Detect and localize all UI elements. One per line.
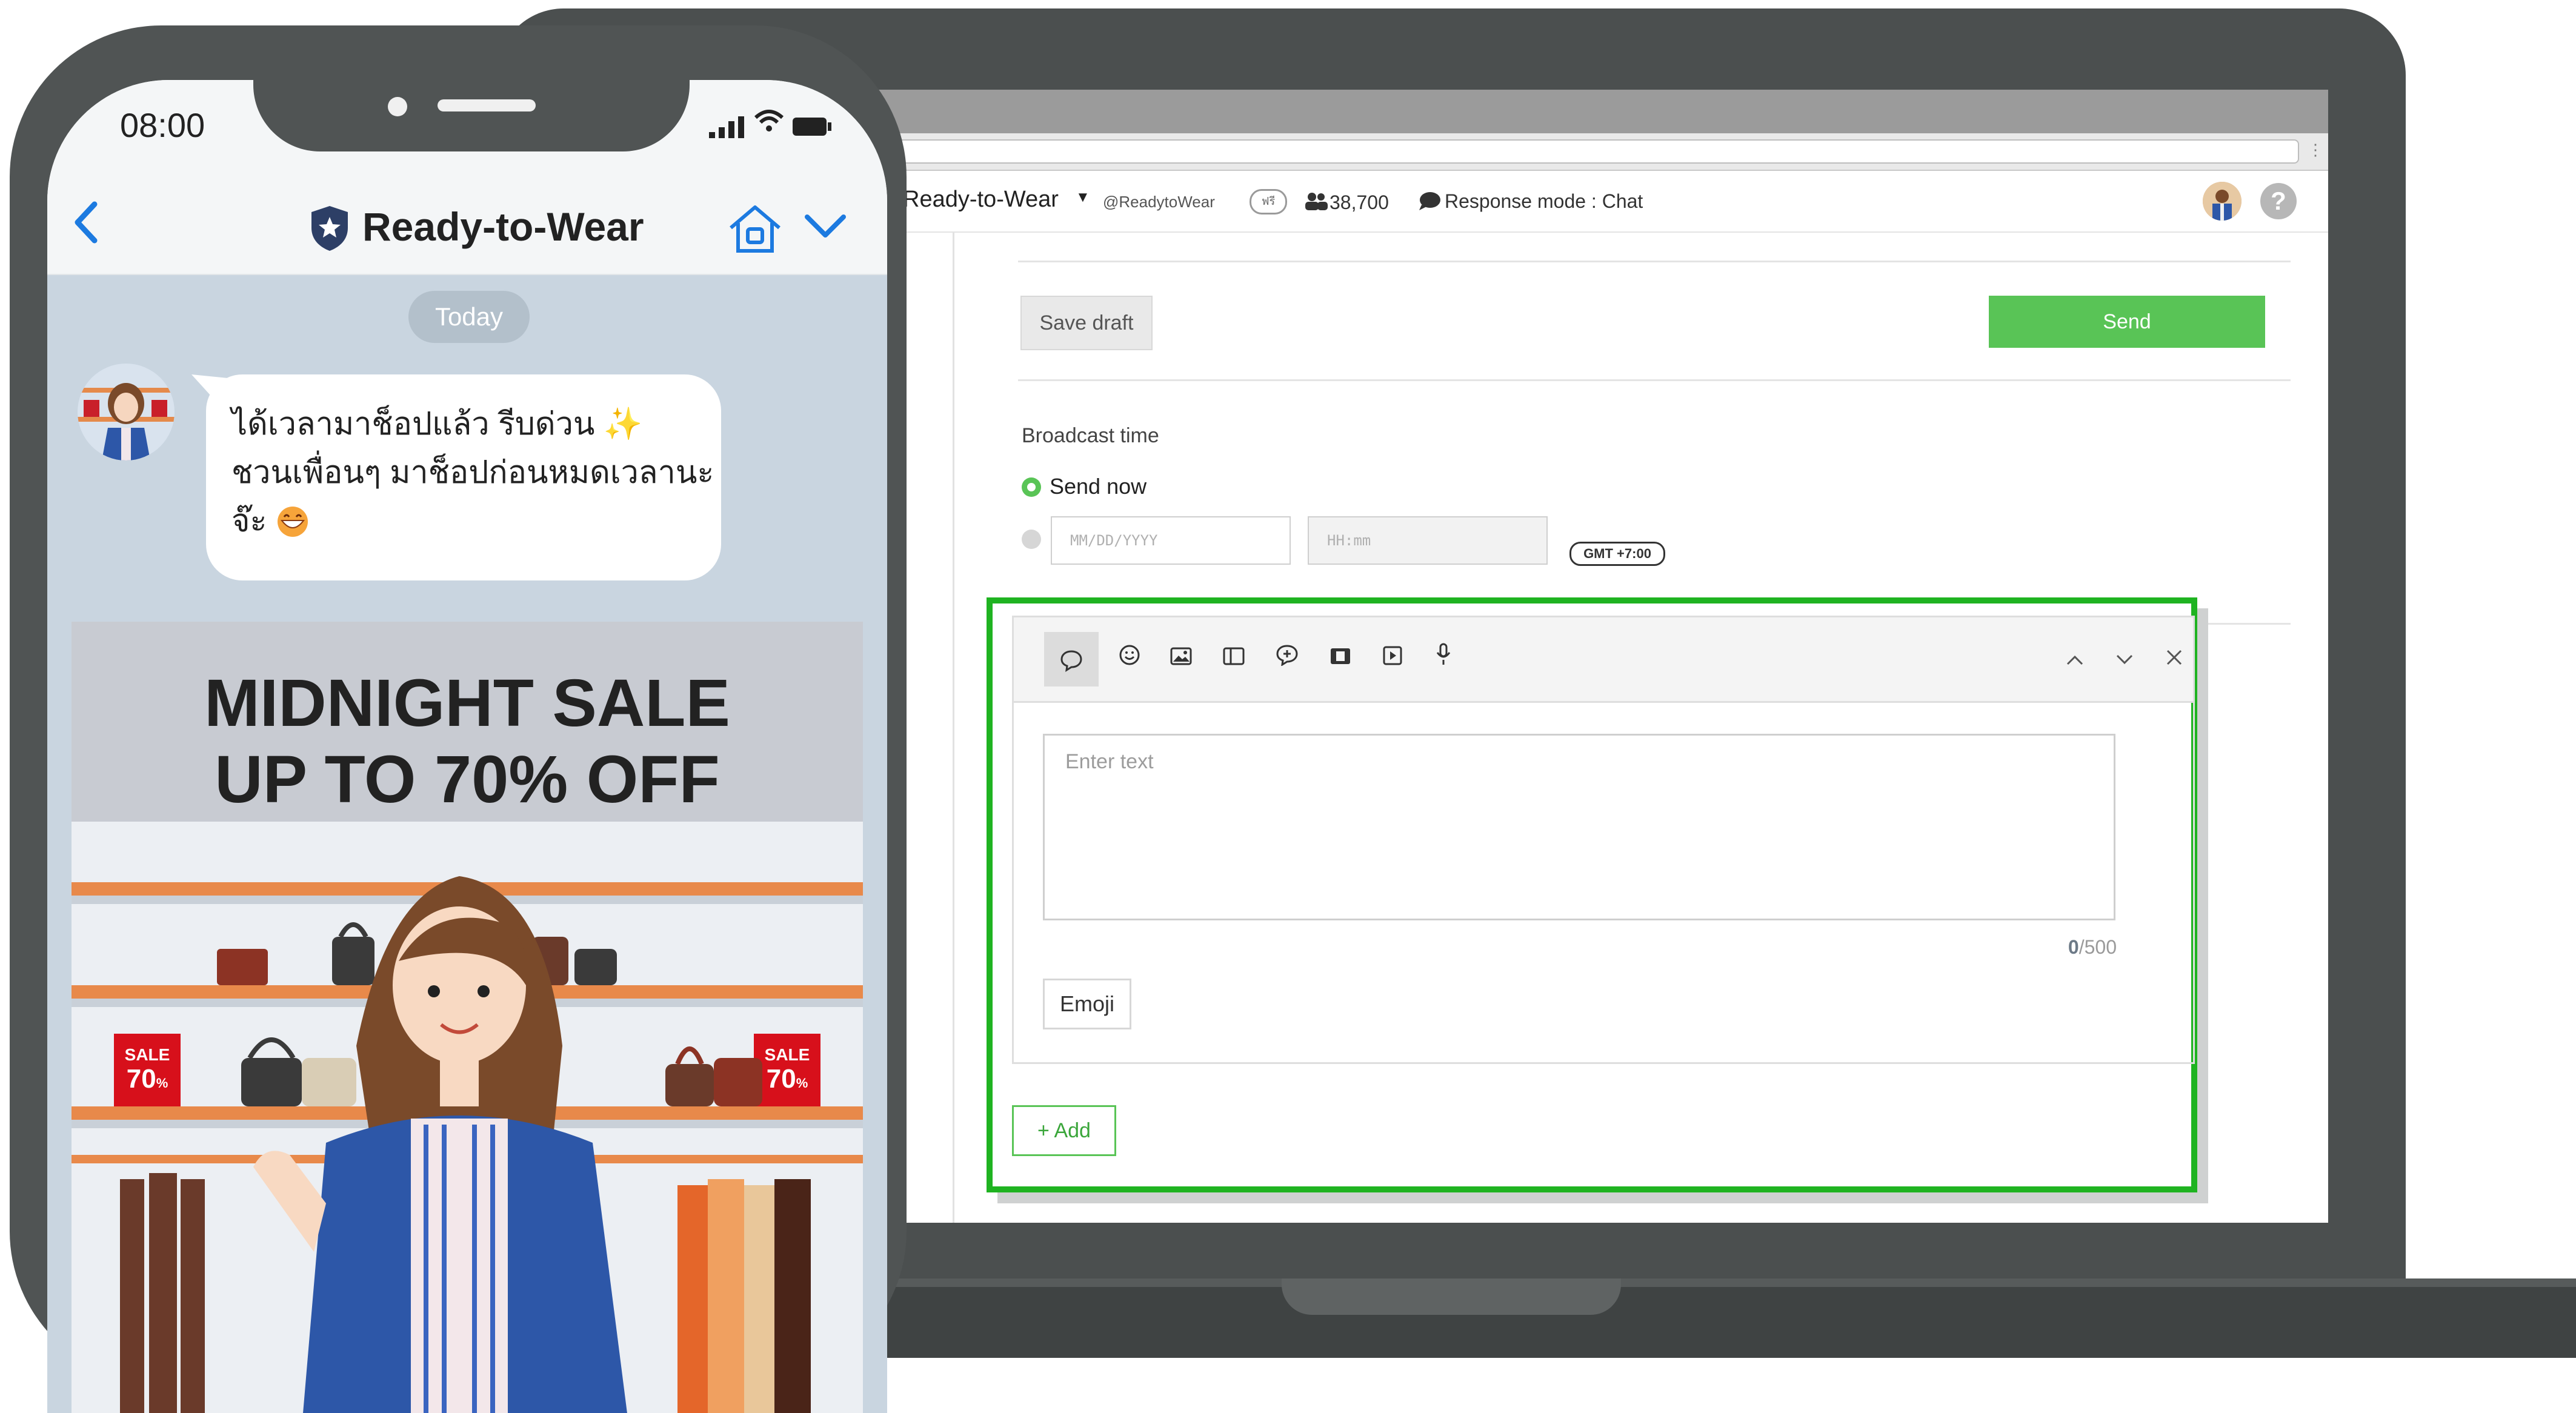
- chat-nav-bar: Ready-to-Wear: [47, 177, 887, 276]
- sale-headline-line-1: MIDNIGHT SALE: [204, 666, 730, 740]
- date-input[interactable]: MM/DD/YYYY: [1051, 516, 1291, 565]
- app-header: Ready-to-Wear ▼ @ReadytoWear ฟรี 38,700 …: [867, 171, 2328, 233]
- speaker-grille: [438, 99, 536, 111]
- browser-tab-bar: [867, 90, 2328, 133]
- sale-tag-top: SALE: [764, 1045, 810, 1064]
- followers-count: 38,700: [1330, 191, 1389, 213]
- card-icon[interactable]: [1215, 640, 1253, 678]
- emoji-button[interactable]: Emoji: [1043, 979, 1131, 1029]
- send-now-radio[interactable]: [1022, 477, 1041, 497]
- char-count: 0: [2068, 936, 2079, 958]
- sparkle-icon: ✨: [603, 407, 643, 442]
- sale-tag-left: SALE 70%: [114, 1046, 181, 1094]
- time-input[interactable]: HH:mm: [1308, 516, 1548, 565]
- sale-tag-value: 70: [126, 1064, 156, 1094]
- chevron-down-icon[interactable]: [801, 208, 850, 245]
- browser-address-bar: ⋮: [867, 133, 2328, 171]
- sale-headline-line-2: UP TO 70% OFF: [215, 742, 720, 817]
- back-icon[interactable]: [70, 195, 113, 256]
- user-avatar[interactable]: [2203, 182, 2242, 221]
- sale-banner-image[interactable]: MIDNIGHT SALE UP TO 70% OFF SALE 70% SAL…: [72, 622, 863, 1413]
- account-dropdown-icon[interactable]: ▼: [1076, 189, 1090, 206]
- camera-icon: [388, 97, 407, 116]
- verified-shield-icon: [311, 206, 348, 251]
- save-draft-button[interactable]: Save draft: [1020, 296, 1153, 350]
- phone-screen: 08:00 Ready-to-Wear Today ได้เวลามาช็อปแ…: [47, 80, 887, 1413]
- editor-toolbar: [1014, 617, 2193, 703]
- add-message-button[interactable]: + Add: [1012, 1105, 1116, 1156]
- battery-icon: [793, 118, 827, 136]
- sale-tag-unit: %: [156, 1076, 168, 1091]
- timezone-badge: GMT +7:00: [1569, 542, 1665, 566]
- send-button[interactable]: Send: [1989, 296, 2265, 348]
- chat-bubble-icon: [1419, 192, 1440, 210]
- laptop-trackpad-notch: [1282, 1278, 1621, 1315]
- sender-avatar[interactable]: [78, 364, 175, 460]
- chat-area: Today ได้เวลามาช็อปแล้ว รีบด่วน ✨ ชวนเพื…: [47, 275, 887, 1413]
- move-down-icon[interactable]: [2106, 640, 2143, 678]
- battery-tip: [828, 122, 831, 131]
- home-icon[interactable]: [726, 202, 784, 256]
- close-icon[interactable]: [2155, 640, 2193, 678]
- sale-tag-unit: %: [796, 1076, 808, 1091]
- char-limit: /500: [2078, 936, 2117, 958]
- phone-frame: 08:00 Ready-to-Wear Today ได้เวลามาช็อปแ…: [10, 25, 907, 1413]
- send-now-label[interactable]: Send now: [1050, 474, 1147, 499]
- rich-message-icon[interactable]: [1268, 640, 1306, 678]
- laptop-screen: ⋮ Ready-to-Wear ▼ @ReadytoWear ฟรี 38,70…: [867, 90, 2328, 1223]
- sale-tag-top: SALE: [124, 1045, 170, 1064]
- grinning-face-icon: [276, 504, 310, 539]
- url-input[interactable]: [879, 139, 2299, 164]
- chat-title: Ready-to-Wear: [362, 204, 644, 249]
- response-mode-label[interactable]: Response mode : Chat: [1445, 190, 1643, 213]
- wifi-icon: [753, 109, 785, 139]
- sale-tag-value: 70: [766, 1064, 796, 1094]
- help-icon[interactable]: ?: [2260, 183, 2297, 219]
- text-bubble-icon[interactable]: [1044, 632, 1099, 687]
- radio-selected-dot: [1027, 483, 1036, 491]
- plan-badge: ฟรี: [1250, 189, 1287, 214]
- browser-menu-icon[interactable]: ⋮: [2308, 141, 2323, 162]
- sticker-icon[interactable]: [1111, 640, 1148, 678]
- schedule-radio[interactable]: [1022, 530, 1041, 549]
- image-icon[interactable]: [1162, 640, 1200, 678]
- message-bubble[interactable]: ได้เวลามาช็อปแล้ว รีบด่วน ✨ ชวนเพื่อนๆ ม…: [206, 374, 721, 580]
- textarea-placeholder: Enter text: [1065, 750, 1154, 773]
- message-line-2: ชวนเพื่อนๆ มาช็อปก่อนหมดเวลานะ: [231, 455, 714, 490]
- char-counter: 0/500: [2044, 936, 2117, 959]
- message-line-1: ได้เวลามาช็อปแล้ว รีบด่วน: [231, 407, 595, 442]
- status-time: 08:00: [120, 106, 205, 144]
- account-name[interactable]: Ready-to-Wear: [903, 187, 1059, 213]
- audio-icon[interactable]: [1425, 640, 1462, 678]
- sale-tag-right: SALE 70%: [754, 1046, 820, 1094]
- status-bar: 08:00: [47, 80, 887, 177]
- message-line-3: จ๊ะ: [231, 504, 267, 539]
- broadcast-time-label: Broadcast time: [1022, 424, 1159, 447]
- divider: [1018, 379, 2291, 381]
- sale-headline: MIDNIGHT SALE UP TO 70% OFF: [72, 665, 863, 818]
- divider: [1018, 261, 2291, 262]
- phone-notch: [253, 80, 690, 151]
- account-id: @ReadytoWear: [1103, 193, 1215, 211]
- signal-icon: [709, 116, 744, 138]
- date-separator: Today: [408, 291, 530, 343]
- followers-icon: [1305, 193, 1328, 210]
- video-icon[interactable]: [1322, 640, 1359, 678]
- message-text: ได้เวลามาช็อปแล้ว รีบด่วน ✨ ชวนเพื่อนๆ ม…: [231, 400, 716, 545]
- play-icon[interactable]: [1374, 640, 1411, 678]
- message-editor-highlight: Enter text 0/500 Emoji + Add: [987, 597, 2197, 1192]
- message-textarea[interactable]: Enter text: [1043, 734, 2115, 920]
- message-editor-card: Enter text 0/500 Emoji: [1012, 616, 2195, 1064]
- move-up-icon[interactable]: [2056, 640, 2094, 678]
